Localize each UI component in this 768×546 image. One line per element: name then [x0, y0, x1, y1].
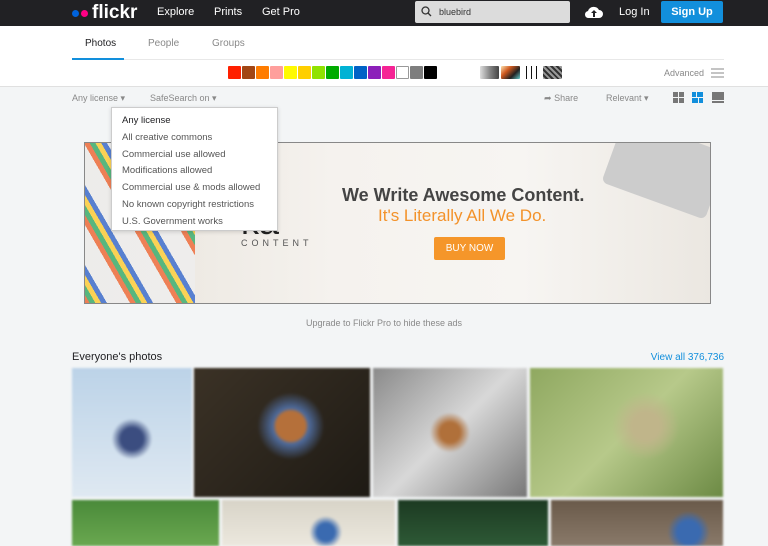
style-minimalism[interactable]	[522, 66, 541, 79]
view-all-link[interactable]: View all 376,736	[651, 352, 724, 363]
color-swatch[interactable]	[242, 66, 255, 79]
color-swatch[interactable]	[368, 66, 381, 79]
photo-thumbnail[interactable]	[194, 368, 370, 497]
photo-thumbnail[interactable]	[222, 500, 395, 546]
license-option[interactable]: All creative commons	[122, 130, 277, 147]
ad-logo-sub: CONTENT	[241, 238, 313, 248]
search-icon	[421, 6, 432, 17]
active-tab-indicator	[72, 58, 124, 60]
justified-view-icon[interactable]	[692, 92, 703, 103]
sort-label: Relevant	[606, 93, 642, 103]
sort-dropdown[interactable]: Relevant ▾	[606, 93, 649, 104]
color-swatch[interactable]	[340, 66, 353, 79]
color-swatch[interactable]	[326, 66, 339, 79]
license-option[interactable]: Any license	[122, 113, 277, 130]
buy-now-button[interactable]: BUY NOW	[434, 237, 505, 260]
color-swatch[interactable]	[284, 66, 297, 79]
photo-thumbnail[interactable]	[72, 500, 219, 546]
search-value: bluebird	[439, 7, 472, 17]
safesearch-label: SafeSearch on	[150, 93, 210, 103]
flickr-logo[interactable]: flickr	[72, 2, 137, 24]
nav-get-pro[interactable]: Get Pro	[262, 6, 300, 18]
photo-thumbnail[interactable]	[530, 368, 723, 497]
license-option[interactable]: Modifications allowed	[122, 163, 277, 180]
style-patterns[interactable]	[543, 66, 562, 79]
license-option[interactable]: No known copyright restrictions	[122, 197, 277, 214]
ad-headline: We Write Awesome Content.	[342, 185, 585, 205]
advanced-link[interactable]: Advanced	[664, 68, 704, 78]
license-option[interactable]: U.S. Government works	[122, 214, 277, 231]
license-option[interactable]: Commercial use allowed	[122, 147, 277, 164]
photo-thumbnail[interactable]	[373, 368, 527, 497]
search-input[interactable]: bluebird	[415, 1, 570, 23]
photo-thumbnail[interactable]	[551, 500, 723, 546]
color-swatch[interactable]	[354, 66, 367, 79]
sliders-icon[interactable]	[711, 67, 724, 79]
nav-prints[interactable]: Prints	[214, 6, 242, 18]
license-label: Any license	[72, 93, 119, 103]
color-filter	[228, 66, 437, 79]
laptop-image	[601, 143, 710, 220]
search-subheader: Photos People Groups Advanced	[0, 26, 768, 87]
color-swatch[interactable]	[424, 66, 437, 79]
style-shallow-depth[interactable]	[501, 66, 520, 79]
single-view-icon[interactable]	[712, 92, 724, 103]
color-swatch[interactable]	[256, 66, 269, 79]
photo-thumbnail[interactable]	[398, 500, 548, 546]
divider	[72, 59, 724, 60]
share-button[interactable]: ➦ Share	[544, 93, 578, 104]
color-swatch[interactable]	[228, 66, 241, 79]
tab-people[interactable]: People	[148, 38, 179, 49]
grid-view-icon[interactable]	[673, 92, 684, 103]
license-dropdown[interactable]: Any license ▾	[72, 93, 125, 104]
share-label: Share	[554, 93, 579, 103]
tab-photos[interactable]: Photos	[85, 38, 116, 49]
top-bar: flickr Explore Prints Get Pro bluebird L…	[0, 0, 768, 26]
share-icon: ➦	[544, 93, 552, 103]
license-menu: Any license All creative commons Commercia…	[111, 107, 278, 231]
photo-thumbnail[interactable]	[72, 368, 192, 497]
tab-groups[interactable]: Groups	[212, 38, 245, 49]
nav-explore[interactable]: Explore	[157, 6, 194, 18]
color-swatch[interactable]	[298, 66, 311, 79]
section-title: Everyone's photos	[72, 351, 163, 363]
color-swatch[interactable]	[312, 66, 325, 79]
color-swatch[interactable]	[270, 66, 283, 79]
safesearch-dropdown[interactable]: SafeSearch on ▾	[150, 93, 217, 104]
color-swatch[interactable]	[396, 66, 409, 79]
ad-tagline: It's Literally All We Do.	[378, 206, 547, 225]
logo-text: flickr	[92, 2, 138, 23]
color-swatch[interactable]	[382, 66, 395, 79]
upload-cloud-icon[interactable]	[584, 4, 604, 20]
license-option[interactable]: Commercial use & mods allowed	[122, 180, 277, 197]
style-black-white[interactable]	[480, 66, 499, 79]
color-swatch[interactable]	[410, 66, 423, 79]
signup-button[interactable]: Sign Up	[661, 1, 723, 23]
login-link[interactable]: Log In	[619, 6, 650, 18]
upgrade-link[interactable]: Upgrade to Flickr Pro to hide these ads	[0, 318, 768, 328]
